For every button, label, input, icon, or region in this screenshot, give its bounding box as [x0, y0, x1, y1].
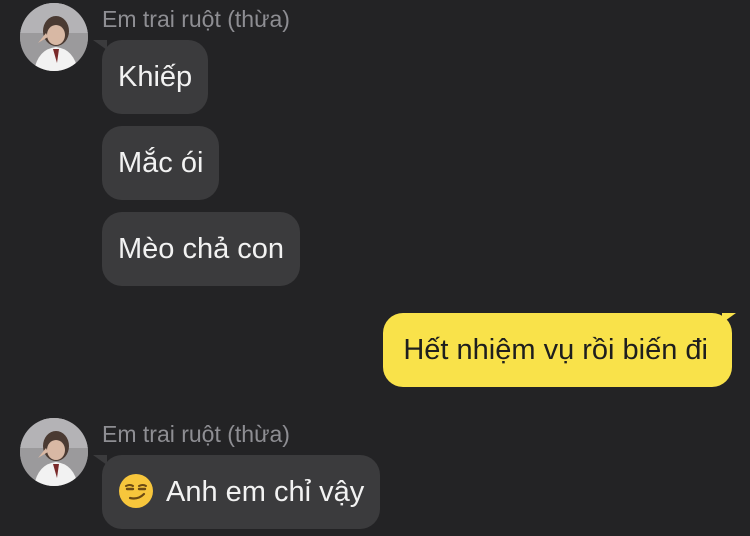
incoming-message[interactable]: Mắc ói	[102, 126, 220, 200]
incoming-message[interactable]: Khiếp	[102, 40, 209, 114]
smirking-face-emoji-icon	[119, 474, 153, 509]
incoming-message[interactable]: Mèo chả con	[102, 212, 301, 286]
user-avatar-photo-icon	[20, 418, 88, 486]
incoming-message[interactable]: Anh em chỉ vậy	[102, 455, 381, 529]
chat-conversation: Em trai ruột (thừa) Khiếp Mắc ói Mèo chả…	[0, 0, 750, 536]
sender-name: Em trai ruột (thừa)	[102, 6, 290, 32]
outgoing-message[interactable]: Hết nhiệm vụ rồi biến đi	[383, 313, 732, 387]
sender-avatar[interactable]	[20, 3, 88, 71]
user-avatar-photo-icon	[20, 3, 88, 71]
message-text: Anh em chỉ vậy	[166, 476, 365, 508]
sender-name: Em trai ruột (thừa)	[102, 421, 290, 447]
sender-avatar[interactable]	[20, 418, 88, 486]
